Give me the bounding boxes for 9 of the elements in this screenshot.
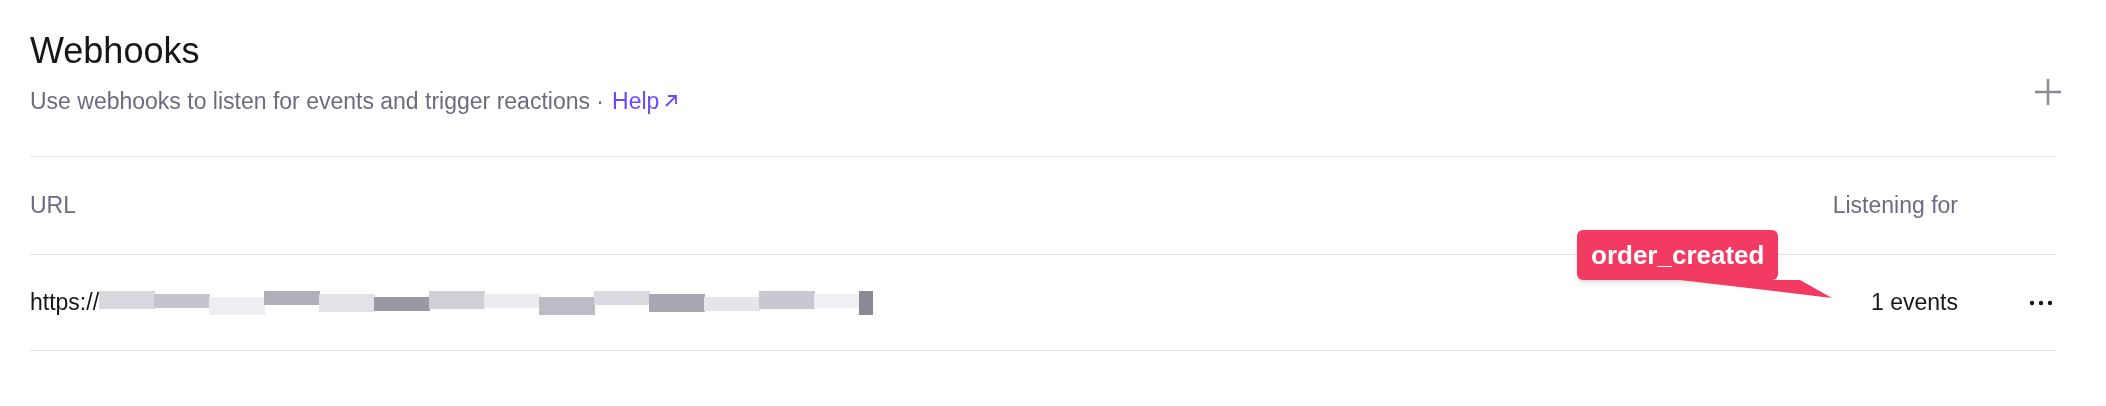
column-header: URL — [30, 192, 76, 219]
page-title: Webhooks — [30, 30, 201, 72]
external-link-icon — [663, 93, 680, 109]
column-header: Listening for — [1832, 191, 1958, 221]
add-icon[interactable] — [2032, 76, 2064, 108]
page-subtitle: Use webhooks to listen for events and trigger reactions · — [30, 87, 604, 116]
help-link[interactable]: Help — [612, 86, 680, 116]
url-text: https:// — [30, 288, 100, 318]
events-count[interactable]: 1 events — [1871, 285, 1958, 320]
